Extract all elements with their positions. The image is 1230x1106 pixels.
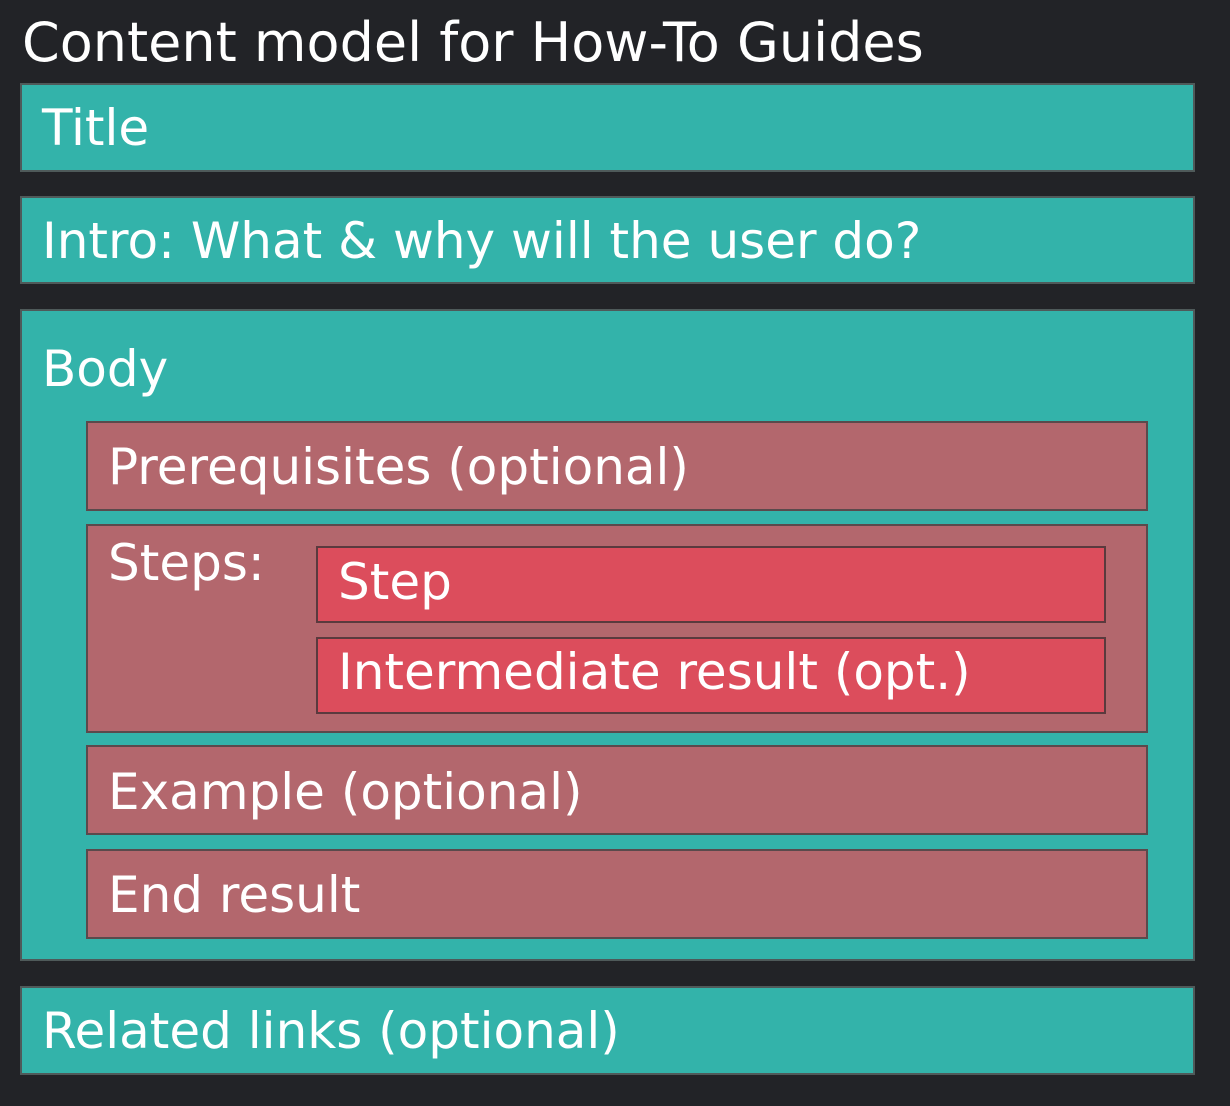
step-block: Step: [316, 546, 1106, 623]
end-result-label: End result: [108, 866, 361, 924]
steps-label: Steps:: [108, 534, 265, 592]
intro-section: Intro: What & why will the user do?: [20, 196, 1195, 284]
title-section-label: Title: [42, 99, 150, 157]
end-result-block: End result: [86, 849, 1148, 939]
title-section: Title: [20, 83, 1195, 172]
steps-block: Steps: Step Intermediate result (opt.): [86, 524, 1148, 733]
prerequisites-label: Prerequisites (optional): [108, 438, 689, 496]
example-block: Example (optional): [86, 745, 1148, 835]
intermediate-result-label: Intermediate result (opt.): [338, 643, 971, 701]
intro-section-label: Intro: What & why will the user do?: [42, 212, 922, 270]
body-section: Body Prerequisites (optional) Steps: Ste…: [20, 309, 1195, 961]
diagram-title: Content model for How-To Guides: [22, 11, 924, 74]
body-section-label: Body: [42, 340, 169, 398]
step-label: Step: [338, 553, 452, 611]
example-label: Example (optional): [108, 763, 583, 821]
prerequisites-block: Prerequisites (optional): [86, 421, 1148, 511]
intermediate-result-block: Intermediate result (opt.): [316, 637, 1106, 714]
related-links-section: Related links (optional): [20, 986, 1195, 1075]
related-links-label: Related links (optional): [42, 1002, 620, 1060]
